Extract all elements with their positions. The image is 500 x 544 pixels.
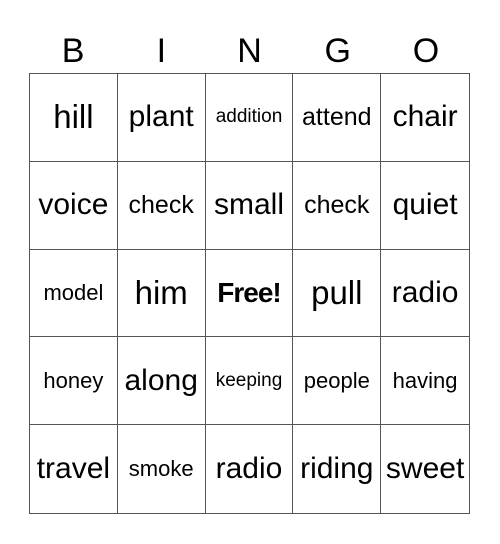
bingo-cell[interactable]: addition	[205, 74, 294, 162]
bingo-cell[interactable]: hill	[30, 74, 118, 162]
bingo-cell[interactable]: check	[293, 161, 382, 250]
bingo-cell[interactable]: him	[117, 249, 206, 338]
bingo-cell[interactable]: sweet	[381, 425, 469, 513]
bingo-cell[interactable]: having	[381, 337, 469, 426]
header-letter-i: I	[156, 32, 167, 70]
bingo-cell[interactable]: voice	[30, 161, 118, 250]
bingo-cell[interactable]: keeping	[205, 337, 294, 426]
bingo-cell[interactable]: quiet	[381, 162, 469, 250]
bingo-cell[interactable]: along	[117, 337, 206, 426]
bingo-cell[interactable]: honey	[30, 337, 118, 426]
bingo-cell[interactable]: check	[117, 161, 206, 250]
bingo-cell[interactable]: small	[205, 161, 294, 250]
header-letter-g: G	[324, 32, 351, 70]
bingo-cell[interactable]: chair	[381, 74, 469, 162]
bingo-cell[interactable]: plant	[117, 74, 206, 162]
bingo-header: B I N G O	[29, 30, 470, 72]
free-space-cell[interactable]: Free!	[205, 249, 294, 338]
bingo-cell[interactable]: riding	[293, 425, 382, 513]
bingo-cell[interactable]: people	[293, 337, 382, 426]
bingo-cell[interactable]: travel	[30, 425, 118, 513]
bingo-cell[interactable]: smoke	[118, 425, 206, 513]
header-letter-b: B	[61, 32, 85, 70]
bingo-cell[interactable]: model	[30, 249, 118, 338]
bingo-cell[interactable]: radio	[381, 250, 469, 338]
bingo-card-grid: hill plant addition attend chair voice check sm…	[29, 73, 470, 514]
header-letter-o: O	[412, 32, 440, 70]
bingo-cell[interactable]: radio	[206, 425, 294, 513]
header-letter-n: N	[237, 32, 262, 70]
bingo-cell[interactable]: pull	[293, 249, 382, 338]
bingo-cell[interactable]: attend	[293, 74, 382, 162]
